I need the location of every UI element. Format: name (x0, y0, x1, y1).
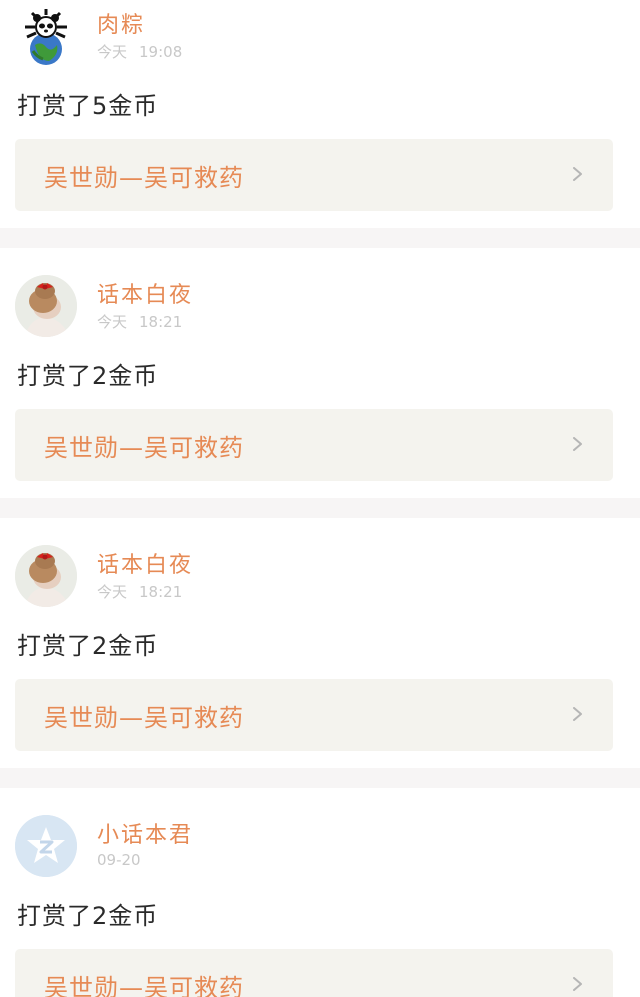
timestamp-time: 18:21 (139, 313, 183, 331)
timestamp-time: 19:08 (139, 43, 183, 61)
timestamp: 今天 18:21 (97, 581, 182, 602)
username[interactable]: 肉粽 (97, 7, 145, 39)
book-link[interactable]: 吴世勋—吴可救药 (15, 949, 613, 997)
default-star-avatar-icon[interactable] (15, 815, 77, 877)
girl-hair-bun-avatar-icon[interactable] (15, 545, 77, 607)
timestamp: 今天 19:08 (97, 41, 182, 62)
book-title: 吴世勋—吴可救药 (44, 704, 244, 732)
reward-card: 肉粽 今天 19:08 打赏了5金币 吴世勋—吴可救药 (0, 0, 640, 228)
card-header: 话本白夜 今天 18:21 (15, 275, 615, 337)
card-header: 肉粽 今天 19:08 (15, 5, 615, 67)
card-header: 小话本君 09-20 (15, 815, 615, 877)
timestamp: 今天 18:21 (97, 311, 182, 332)
chevron-right-icon (573, 707, 582, 721)
girl-hair-bun-avatar-icon[interactable] (15, 275, 77, 337)
reward-text: 打赏了2金币 (17, 362, 159, 390)
timestamp-day: 今天 (97, 313, 128, 331)
reward-feed: 肉粽 今天 19:08 打赏了5金币 吴世勋—吴可救药 话本白夜 今天 18:2… (0, 0, 640, 997)
timestamp: 09-20 (97, 851, 141, 869)
timestamp-day: 今天 (97, 583, 128, 601)
timestamp-day: 今天 (97, 43, 128, 61)
book-link[interactable]: 吴世勋—吴可救药 (15, 409, 613, 481)
reward-card: 小话本君 09-20 打赏了2金币 吴世勋—吴可救药 (0, 788, 640, 997)
timestamp-time: 09-20 (97, 851, 141, 869)
book-link[interactable]: 吴世勋—吴可救药 (15, 139, 613, 211)
timestamp-time: 18:21 (139, 583, 183, 601)
book-title: 吴世勋—吴可救药 (44, 974, 244, 997)
username[interactable]: 话本白夜 (97, 547, 193, 579)
reward-card: 话本白夜 今天 18:21 打赏了2金币 吴世勋—吴可救药 (0, 248, 640, 498)
username[interactable]: 话本白夜 (97, 277, 193, 309)
username[interactable]: 小话本君 (97, 817, 193, 849)
chevron-right-icon (573, 437, 582, 451)
reward-text: 打赏了2金币 (17, 902, 159, 930)
chevron-right-icon (573, 977, 582, 991)
reward-text: 打赏了2金币 (17, 632, 159, 660)
card-header: 话本白夜 今天 18:21 (15, 545, 615, 607)
panda-earth-avatar-icon[interactable] (15, 5, 77, 67)
chevron-right-icon (573, 167, 582, 181)
reward-text: 打赏了5金币 (17, 92, 159, 120)
book-title: 吴世勋—吴可救药 (44, 434, 244, 462)
book-title: 吴世勋—吴可救药 (44, 164, 244, 192)
reward-card: 话本白夜 今天 18:21 打赏了2金币 吴世勋—吴可救药 (0, 518, 640, 768)
book-link[interactable]: 吴世勋—吴可救药 (15, 679, 613, 751)
